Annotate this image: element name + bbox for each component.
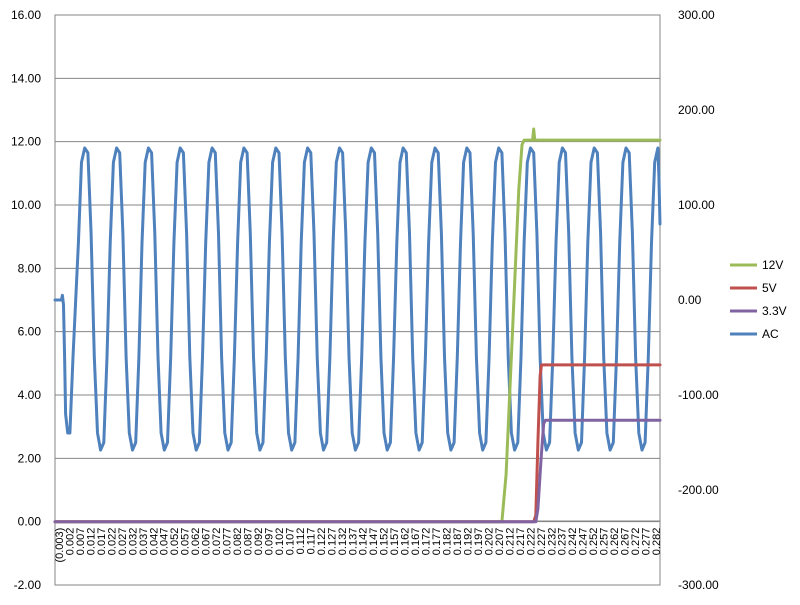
left-axis-tick-label: 6.00 xyxy=(18,325,42,339)
right-axis-tick-label: 0.00 xyxy=(678,293,702,307)
left-axis-tick-label: 0.00 xyxy=(18,515,42,529)
legend-label: 3.3V xyxy=(762,304,787,318)
left-axis-tick-label: 16.00 xyxy=(11,8,41,22)
left-axis-tick-label: 12.00 xyxy=(11,135,41,149)
left-axis-tick-label: -2.00 xyxy=(14,578,42,592)
x-axis-tick-label: 0.282 xyxy=(651,528,663,556)
legend-label: 5V xyxy=(762,281,777,295)
left-axis-tick-label: 4.00 xyxy=(18,388,42,402)
right-axis-tick-label: 200.00 xyxy=(678,103,715,117)
legend-label: 12V xyxy=(762,258,783,272)
legend-label: AC xyxy=(762,327,779,341)
right-axis-tick-label: -100.00 xyxy=(678,388,719,402)
left-axis-tick-label: 8.00 xyxy=(18,261,42,275)
chart: -2.00 0.00 2.00 4.00 6.00 8.00 10.00 12.00 14.00… xyxy=(0,0,800,600)
right-axis-tick-label: -200.00 xyxy=(678,483,719,497)
left-axis-tick-label: 14.00 xyxy=(11,71,41,85)
right-axis-tick-label: 100.00 xyxy=(678,198,715,212)
chart-svg: -2.00 0.00 2.00 4.00 6.00 8.00 10.00 12.00 14.00… xyxy=(0,0,800,600)
left-axis-tick-label: 10.00 xyxy=(11,198,41,212)
right-axis-tick-label: -300.00 xyxy=(678,578,719,592)
left-axis-tick-label: 2.00 xyxy=(18,451,42,465)
right-axis-tick-label: 300.00 xyxy=(678,8,715,22)
